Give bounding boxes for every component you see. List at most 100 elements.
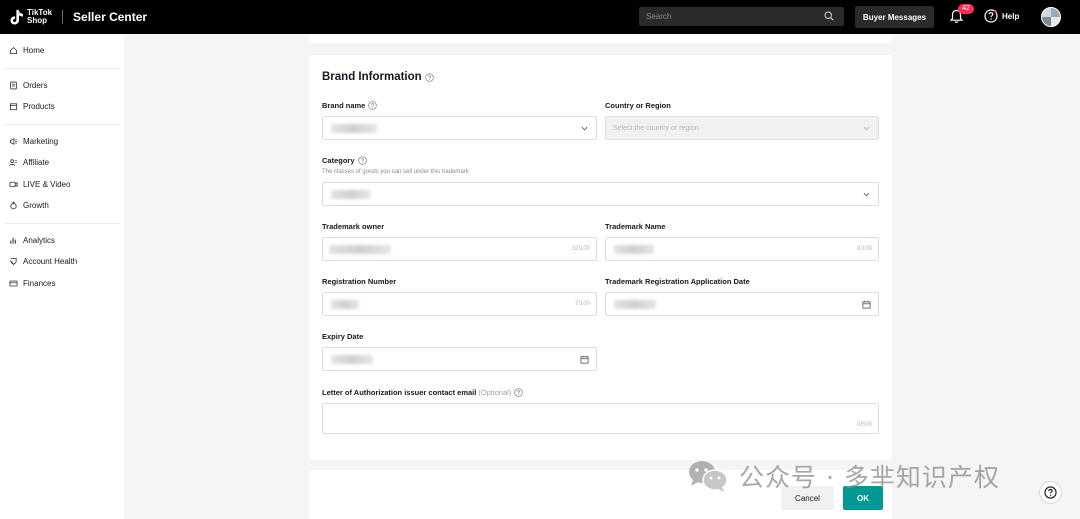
sidebar-item-products[interactable]: Products	[4, 96, 120, 118]
tiktok-logo-icon	[10, 9, 24, 25]
sidebar-item-label: Products	[23, 102, 55, 112]
chevron-down-icon	[863, 126, 870, 131]
sidebar-item-label: Home	[23, 46, 45, 56]
sidebar-group: Home	[4, 34, 120, 69]
redacted-value	[614, 245, 654, 254]
chevron-down-icon	[863, 192, 870, 197]
buyer-messages-button[interactable]: Buyer Messages	[855, 6, 934, 28]
char-counter: 0/500	[856, 422, 872, 428]
country-label: Country or Region	[605, 101, 671, 110]
sidebar-item-orders[interactable]: Orders	[4, 75, 120, 97]
char-counter: 7/100	[574, 301, 590, 307]
sidebar-item-home[interactable]: Home	[4, 40, 120, 62]
help-icon	[1044, 486, 1057, 499]
registration-number-label: Registration Number	[322, 277, 397, 286]
chevron-down-icon	[581, 126, 588, 131]
watermark: 公众号 · 多芈知识产权	[687, 458, 1000, 494]
top-bar: TikTok Shop Seller Center Buyer Messages…	[0, 0, 1080, 34]
char-counter: 32/100	[571, 246, 590, 252]
logo-line-2: Shop	[27, 16, 47, 25]
sidebar: Home Orders Products Marketing Affiliate LIVE…	[0, 34, 124, 519]
health-icon	[10, 258, 17, 266]
trademark-owner-input[interactable]: 32/100	[322, 237, 597, 261]
logo-divider	[62, 10, 64, 24]
redacted-value	[331, 190, 371, 199]
sidebar-item-affiliate[interactable]: Affiliate	[4, 152, 120, 174]
sidebar-item-account-health[interactable]: Account Health	[4, 251, 120, 273]
sidebar-group: Marketing Affiliate LIVE & Video Growth	[4, 125, 120, 224]
section-title: Brand Information	[322, 71, 434, 83]
expiry-date-label: Expiry Date	[322, 332, 364, 341]
affiliate-icon	[9, 159, 17, 167]
search-bar[interactable]	[639, 7, 844, 26]
char-counter: 8/100	[856, 246, 872, 252]
watermark-text: 公众号 · 多芈知识产权	[739, 463, 1000, 492]
sidebar-item-label: LIVE & Video	[23, 179, 71, 189]
question-icon[interactable]	[514, 388, 524, 397]
search-icon[interactable]	[824, 11, 834, 21]
wechat-icon	[689, 461, 728, 492]
trademark-name-label: Trademark Name	[605, 222, 666, 231]
category-label-text: Category	[322, 156, 355, 165]
application-date-picker[interactable]	[605, 292, 879, 316]
sidebar-item-label: Affiliate	[23, 158, 50, 168]
redacted-value	[331, 355, 373, 364]
calendar-icon	[580, 355, 589, 364]
sidebar-item-analytics[interactable]: Analytics	[4, 230, 120, 252]
avatar[interactable]	[1041, 7, 1061, 27]
authorization-email-label-text: Letter of Authorization issuer contact e…	[322, 388, 477, 397]
section-title-text: Brand Information	[322, 71, 422, 83]
trademark-name-input[interactable]: 8/100	[605, 237, 879, 261]
help-button[interactable]: Help	[984, 9, 1019, 23]
question-icon[interactable]	[424, 72, 434, 82]
trademark-owner-label: Trademark owner	[322, 222, 385, 231]
registration-number-input[interactable]: 7/100	[322, 292, 597, 316]
sidebar-item-live-video[interactable]: LIVE & Video	[4, 174, 120, 196]
products-icon	[9, 103, 18, 111]
sidebar-item-marketing[interactable]: Marketing	[4, 131, 120, 153]
brand-information-card: Brand Information Brand name Country or …	[309, 55, 892, 460]
country-select: Select the country or region	[605, 116, 879, 140]
finances-icon	[9, 280, 18, 287]
analytics-icon	[10, 237, 16, 244]
sidebar-item-growth[interactable]: Growth	[4, 195, 120, 217]
help-label: Help	[1002, 11, 1020, 21]
sidebar-item-label: Marketing	[23, 136, 59, 146]
application-date-label: Trademark Registration Application Date	[605, 277, 750, 286]
logo-wordmark: TikTok Shop	[27, 9, 52, 25]
floating-help-button[interactable]	[1039, 481, 1062, 504]
calendar-icon	[862, 300, 871, 309]
category-hint: The classes of goods you can sell under …	[322, 169, 469, 175]
sidebar-item-finances[interactable]: Finances	[4, 273, 120, 295]
sidebar-group: Orders Products	[4, 69, 120, 125]
optional-tag: (Optional)	[478, 388, 512, 397]
sidebar-group: Analytics Account Health Finances	[4, 224, 120, 301]
brand-name-label: Brand name	[322, 101, 378, 110]
question-icon[interactable]	[357, 156, 367, 165]
help-icon	[984, 9, 998, 23]
authorization-email-textarea[interactable]: 0/500	[322, 403, 879, 434]
home-icon	[9, 47, 18, 55]
sidebar-item-label: Orders	[23, 80, 48, 90]
brand-name-select[interactable]	[322, 116, 597, 140]
growth-icon	[10, 201, 17, 210]
previous-section-card	[309, 34, 892, 43]
category-select[interactable]	[322, 182, 879, 206]
orders-icon	[10, 81, 17, 90]
redacted-value	[329, 245, 391, 254]
redacted-value	[331, 300, 359, 309]
question-icon[interactable]	[368, 101, 378, 110]
expiry-date-picker[interactable]	[322, 347, 597, 371]
app-title: Seller Center	[73, 10, 148, 24]
sidebar-item-label: Finances	[23, 278, 56, 288]
brand-name-label-text: Brand name	[322, 101, 366, 110]
sidebar-item-label: Analytics	[23, 235, 56, 245]
authorization-email-label: Letter of Authorization issuer contact e…	[322, 388, 524, 397]
tiktok-shop-logo[interactable]: TikTok Shop	[10, 9, 52, 25]
marketing-icon	[9, 137, 17, 145]
search-input[interactable]	[639, 12, 819, 21]
sidebar-item-label: Growth	[23, 201, 49, 211]
redacted-value	[331, 124, 377, 133]
live-icon	[9, 181, 18, 187]
notification-badge: 42	[958, 4, 974, 14]
